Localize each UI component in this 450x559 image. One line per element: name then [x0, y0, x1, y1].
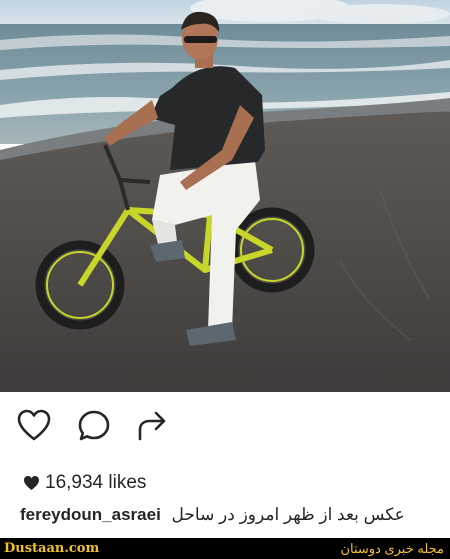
heart-filled-icon	[24, 476, 39, 490]
action-bar	[0, 392, 450, 458]
site-name: مجله خبری دوستان	[340, 541, 444, 556]
site-url: Dustaan.com	[4, 541, 100, 556]
caption-text: عکس بعد از ظهر امروز در ساحل	[171, 505, 405, 524]
likes-label: 16,934 likes	[45, 472, 147, 493]
like-button[interactable]	[16, 408, 52, 444]
likes-count[interactable]: 16,934 likes	[23, 472, 146, 494]
heart-outline-icon	[17, 409, 51, 441]
comment-button[interactable]	[76, 408, 112, 444]
username-link[interactable]: fereydoun_asraei	[20, 505, 161, 524]
share-button[interactable]	[135, 408, 171, 444]
watermark-bar: Dustaan.com مجله خبری دوستان	[0, 538, 450, 559]
beach-cyclist-image	[0, 0, 450, 392]
post-caption: fereydoun_asraei عکس بعد از ظهر امروز در…	[20, 505, 440, 533]
speech-bubble-icon	[78, 410, 110, 441]
post-photo[interactable]	[0, 0, 450, 392]
share-arrow-icon	[138, 411, 166, 441]
